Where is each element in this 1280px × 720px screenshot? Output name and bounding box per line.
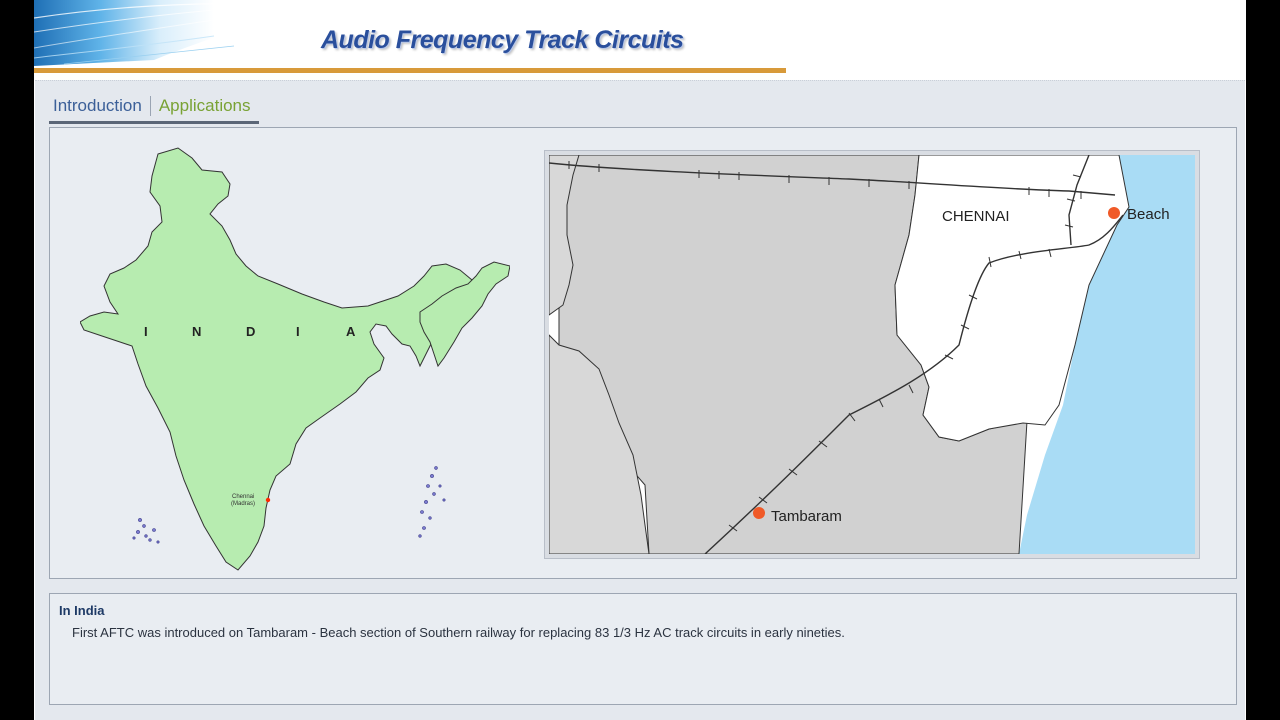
country-letter: N <box>192 324 201 339</box>
country-letter: I <box>296 324 300 339</box>
chennai-city-label: CHENNAI <box>942 208 1010 225</box>
country-letter: A <box>346 324 356 339</box>
info-box: In India First AFTC was introduced on Ta… <box>49 593 1237 705</box>
info-heading: In India <box>59 603 105 618</box>
tambaram-station-label: Tambaram <box>771 508 842 525</box>
chennai-detail-map-box: CHENNAI Beach Tambaram <box>545 151 1199 558</box>
beach-station-label: Beach <box>1127 206 1170 223</box>
map-frame: I N D I A Chennai (Madras) CHENNAI Beach… <box>49 127 1237 579</box>
india-map: I N D I A Chennai (Madras) <box>80 147 510 571</box>
tab-separator <box>149 96 151 116</box>
content-panel: Introduction Applications I N D I A Chen… <box>35 80 1245 720</box>
country-letter: D <box>246 324 255 339</box>
header-banner: Audio Frequency Track Circuits <box>34 0 786 76</box>
chennai-marker <box>265 497 271 503</box>
station-beach-marker <box>1108 207 1120 219</box>
page-title: Audio Frequency Track Circuits <box>321 26 684 54</box>
island-dots <box>132 466 446 544</box>
chennai-detail-map: CHENNAI Beach Tambaram <box>549 155 1195 554</box>
slide: Audio Frequency Track Circuits Introduct… <box>34 0 1246 720</box>
chennai-label: Chennai <box>232 494 254 500</box>
header-divider <box>34 68 786 73</box>
country-letter: I <box>144 324 148 339</box>
india-landmass <box>80 147 473 571</box>
tab-introduction[interactable]: Introduction <box>49 96 146 116</box>
info-text: First AFTC was introduced on Tambaram - … <box>72 625 845 640</box>
tab-applications[interactable]: Applications <box>155 96 255 116</box>
tab-bar: Introduction Applications <box>49 91 259 124</box>
madras-label: (Madras) <box>231 501 255 507</box>
station-tambaram-marker <box>753 507 765 519</box>
